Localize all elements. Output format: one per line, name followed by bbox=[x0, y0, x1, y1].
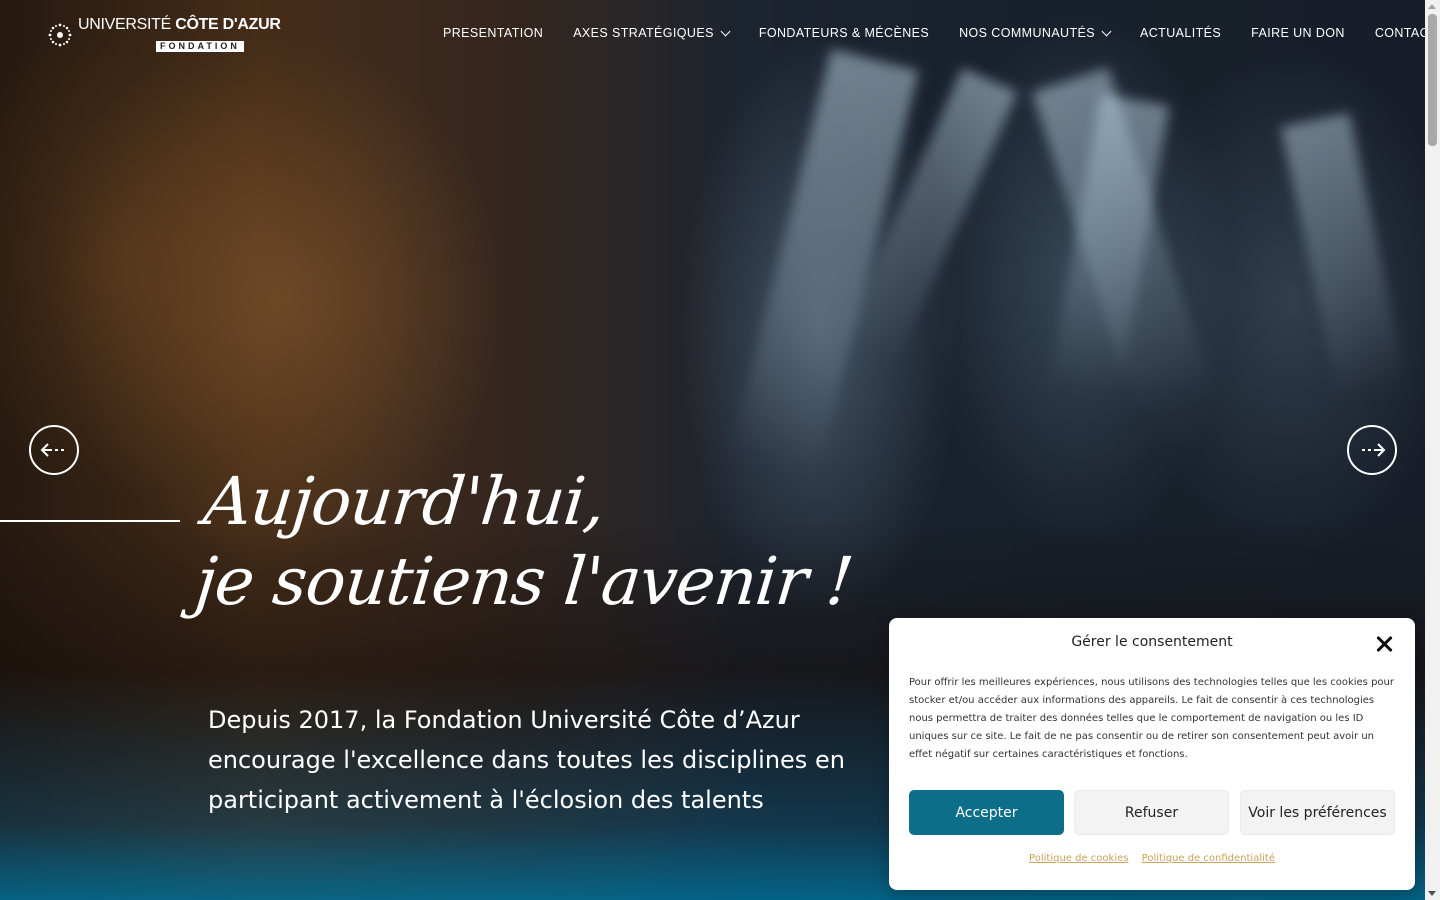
nav-item-actualites[interactable]: ACTUALITÉS bbox=[1140, 26, 1221, 40]
main-nav: PRESENTATION AXES STRATÉGIQUES FONDATEUR… bbox=[443, 26, 1437, 40]
refuse-button[interactable]: Refuser bbox=[1074, 790, 1229, 835]
consent-links: Politique de cookies Politique de confid… bbox=[889, 853, 1415, 864]
hero-headline: Aujourd'hui, je soutiens l'avenir ! bbox=[192, 462, 865, 622]
page-scrollbar[interactable] bbox=[1425, 0, 1440, 900]
logo-line1: UNIVERSITÉ CÔTE D'AZUR bbox=[78, 16, 281, 34]
view-preferences-button[interactable]: Voir les préférences bbox=[1240, 790, 1395, 835]
nav-label: AXES STRATÉGIQUES bbox=[573, 26, 714, 40]
nav-item-nos-communautes[interactable]: NOS COMMUNAUTÉS bbox=[959, 26, 1112, 40]
consent-title: Gérer le consentement bbox=[1071, 634, 1233, 650]
site-logo[interactable]: UNIVERSITÉ CÔTE D'AZUR FONDATION bbox=[46, 16, 281, 53]
consent-body: Pour offrir les meilleures expériences, … bbox=[909, 677, 1394, 760]
slider-next-button[interactable] bbox=[1347, 425, 1397, 475]
slider-prev-button[interactable] bbox=[29, 425, 79, 475]
hero-headline-line2: je soutiens l'avenir ! bbox=[191, 543, 857, 620]
close-icon[interactable] bbox=[1373, 634, 1395, 656]
nav-item-faire-un-don[interactable]: FAIRE UN DON bbox=[1251, 26, 1345, 40]
nav-label: ACTUALITÉS bbox=[1140, 26, 1222, 40]
scroll-up-icon[interactable] bbox=[1428, 4, 1436, 9]
logo-text-bold: CÔTE D'AZUR bbox=[175, 16, 281, 33]
logo-wordmark: UNIVERSITÉ CÔTE D'AZUR FONDATION bbox=[78, 16, 281, 53]
scroll-down-icon[interactable] bbox=[1428, 891, 1436, 896]
chevron-down-icon bbox=[720, 26, 731, 37]
nav-label: PRESENTATION bbox=[443, 26, 544, 40]
cookie-consent-dialog: Gérer le consentement Pour offrir les me… bbox=[889, 618, 1415, 890]
hero-headline-line1: Aujourd'hui, bbox=[200, 463, 609, 540]
nav-label: FAIRE UN DON bbox=[1251, 26, 1345, 40]
nav-item-presentation[interactable]: PRESENTATION bbox=[443, 26, 543, 40]
arrow-right-circle-icon bbox=[1362, 443, 1386, 457]
hero-subtitle: Depuis 2017, la Fondation Université Côt… bbox=[208, 706, 845, 814]
accent-divider bbox=[0, 520, 180, 522]
scrollbar-thumb[interactable] bbox=[1428, 14, 1437, 146]
nav-label: NOS COMMUNAUTÉS bbox=[959, 26, 1095, 40]
nav-label: FONDATEURS & MÉCÈNES bbox=[758, 26, 930, 40]
arrow-left-circle-icon bbox=[40, 443, 64, 457]
nav-item-fondateurs-mecenes[interactable]: FONDATEURS & MÉCÈNES bbox=[759, 26, 929, 40]
cookie-policy-link[interactable]: Politique de cookies bbox=[1029, 853, 1128, 864]
logo-text-light: UNIVERSITÉ bbox=[78, 16, 172, 33]
site-header: UNIVERSITÉ CÔTE D'AZUR FONDATION PRESENT… bbox=[0, 0, 1437, 70]
chevron-down-icon bbox=[1101, 26, 1112, 37]
accept-button[interactable]: Accepter bbox=[909, 790, 1064, 835]
logo-line2: FONDATION bbox=[156, 41, 244, 52]
sunburst-logo-icon bbox=[46, 21, 74, 49]
nav-item-axes-strategiques[interactable]: AXES STRATÉGIQUES bbox=[573, 26, 731, 40]
privacy-policy-link[interactable]: Politique de confidentialité bbox=[1142, 853, 1275, 864]
